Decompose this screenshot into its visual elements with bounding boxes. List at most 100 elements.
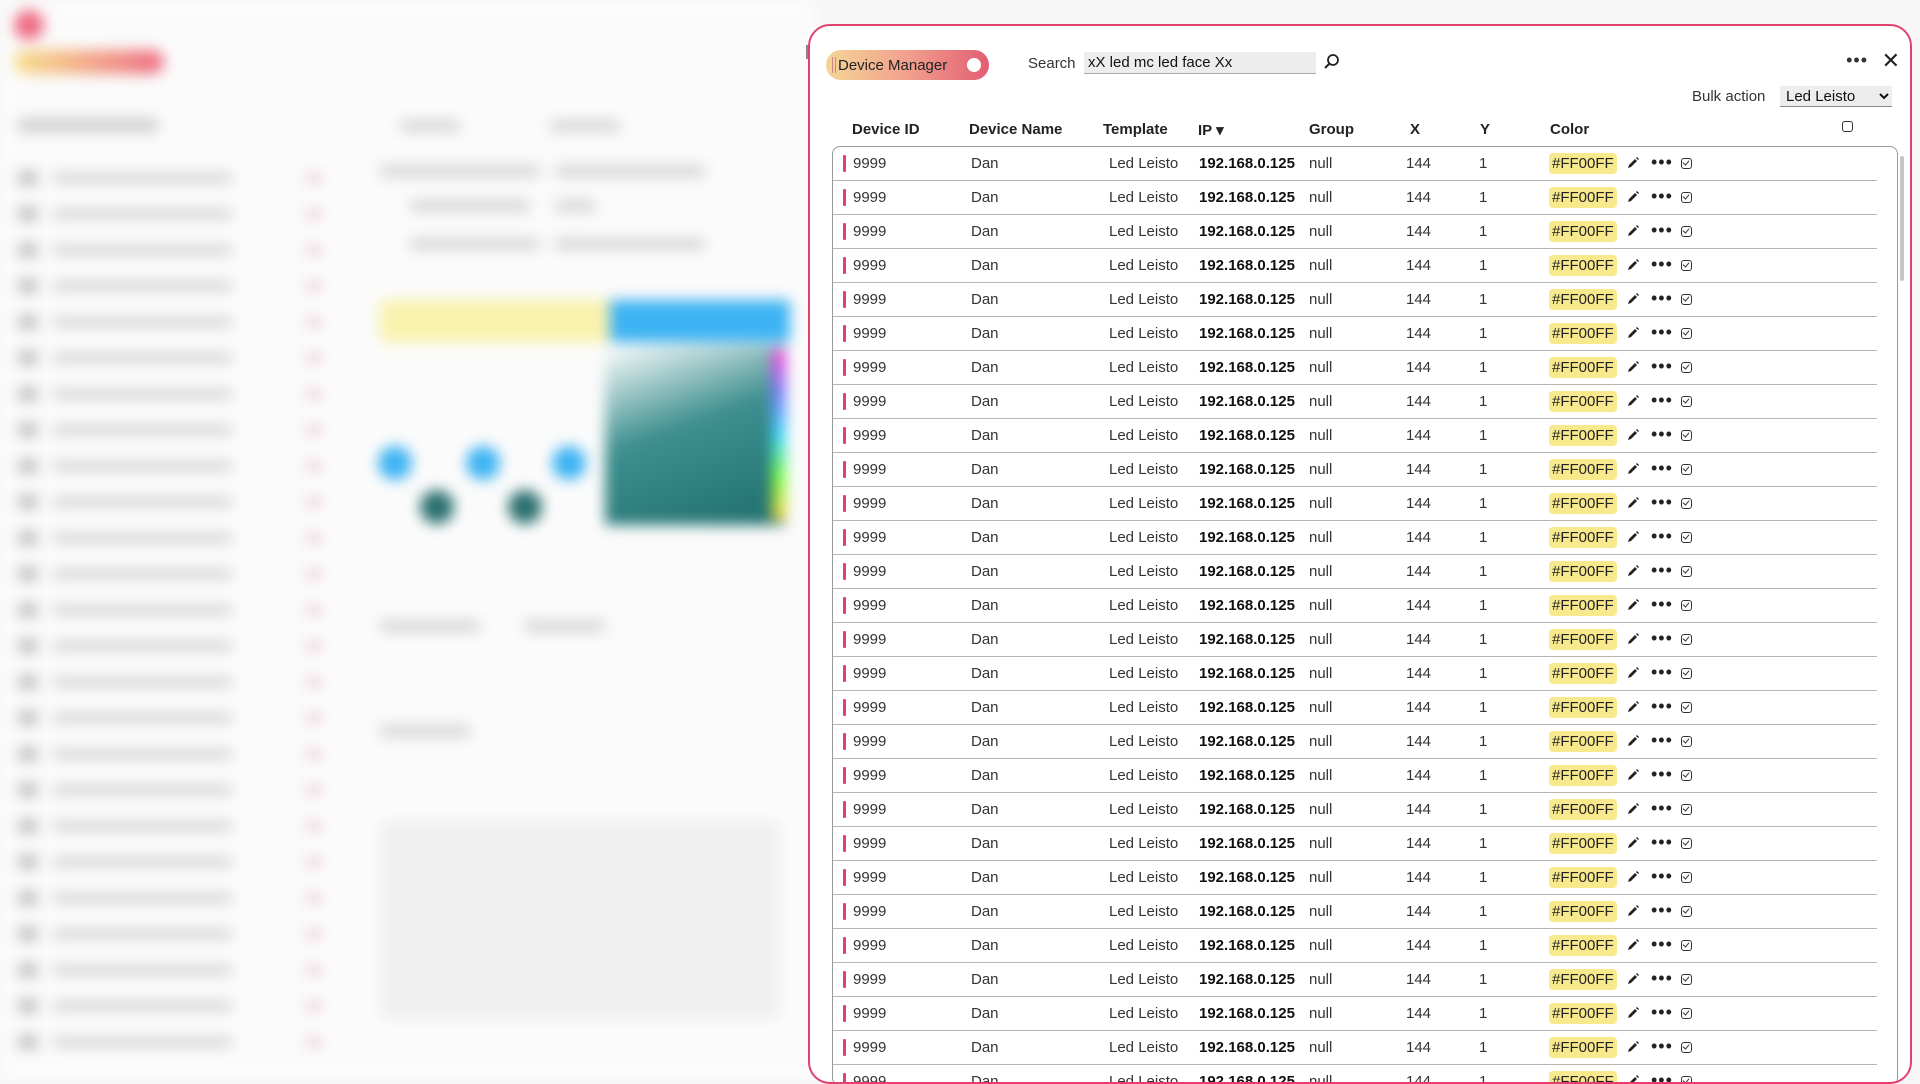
more-horizontal-icon[interactable]: ••• (1651, 832, 1673, 853)
table-row[interactable]: 9999 Dan Led Leisto 192.168.0.125 null 144 1 #F… (833, 691, 1877, 725)
window-titlebar[interactable]: Device Manager Search ••• ✕ (810, 26, 1910, 82)
table-row[interactable]: 9999 Dan Led Leisto 192.168.0.125 null 144 1 #F… (833, 147, 1877, 181)
color-chip[interactable]: #FF00FF (1549, 153, 1617, 174)
table-row[interactable]: 9999 Dan Led Leisto 192.168.0.125 null 144 1 #F… (833, 181, 1877, 215)
row-checkbox-icon[interactable] (1681, 668, 1692, 679)
edit-icon[interactable] (1626, 700, 1640, 714)
table-row[interactable]: 9999 Dan Led Leisto 192.168.0.125 null 144 1 #F… (833, 555, 1877, 589)
more-horizontal-icon[interactable]: ••• (1651, 186, 1673, 207)
table-row[interactable]: 9999 Dan Led Leisto 192.168.0.125 null 144 1 #F… (833, 997, 1877, 1031)
more-horizontal-icon[interactable]: ••• (1651, 764, 1673, 785)
device-manager-tab[interactable]: Device Manager (826, 50, 989, 80)
table-row[interactable]: 9999 Dan Led Leisto 192.168.0.125 null 144 1 #F… (833, 1065, 1877, 1084)
more-horizontal-icon[interactable]: ••• (1651, 968, 1673, 989)
row-checkbox-icon[interactable] (1681, 702, 1692, 713)
edit-icon[interactable] (1626, 768, 1640, 782)
edit-icon[interactable] (1626, 1074, 1640, 1084)
more-horizontal-icon[interactable]: ••• (1651, 900, 1673, 921)
edit-icon[interactable] (1626, 360, 1640, 374)
color-chip[interactable]: #FF00FF (1549, 289, 1617, 310)
table-row[interactable]: 9999 Dan Led Leisto 192.168.0.125 null 144 1 #F… (833, 895, 1877, 929)
more-horizontal-icon[interactable]: ••• (1651, 220, 1673, 241)
search-input[interactable] (1084, 52, 1316, 74)
edit-icon[interactable] (1626, 394, 1640, 408)
edit-icon[interactable] (1626, 258, 1640, 272)
edit-icon[interactable] (1626, 224, 1640, 238)
bulk-action-select[interactable]: Led Leisto (1780, 86, 1892, 107)
table-row[interactable]: 9999 Dan Led Leisto 192.168.0.125 null 144 1 #F… (833, 623, 1877, 657)
column-header-y[interactable]: Y (1480, 121, 1490, 138)
more-horizontal-icon[interactable]: ••• (1651, 798, 1673, 819)
more-horizontal-icon[interactable]: ••• (1846, 50, 1868, 71)
color-chip[interactable]: #FF00FF (1549, 663, 1617, 684)
row-checkbox-icon[interactable] (1681, 634, 1692, 645)
column-header-color[interactable]: Color (1550, 121, 1589, 138)
more-horizontal-icon[interactable]: ••• (1651, 390, 1673, 411)
more-horizontal-icon[interactable]: ••• (1651, 696, 1673, 717)
table-row[interactable]: 9999 Dan Led Leisto 192.168.0.125 null 144 1 #F… (833, 215, 1877, 249)
edit-icon[interactable] (1626, 870, 1640, 884)
row-checkbox-icon[interactable] (1681, 396, 1692, 407)
edit-icon[interactable] (1626, 292, 1640, 306)
table-row[interactable]: 9999 Dan Led Leisto 192.168.0.125 null 144 1 #F… (833, 351, 1877, 385)
edit-icon[interactable] (1626, 666, 1640, 680)
table-row[interactable]: 9999 Dan Led Leisto 192.168.0.125 null 144 1 #F… (833, 657, 1877, 691)
row-checkbox-icon[interactable] (1681, 1008, 1692, 1019)
column-header-group[interactable]: Group (1309, 121, 1354, 138)
edit-icon[interactable] (1626, 156, 1640, 170)
row-checkbox-icon[interactable] (1681, 872, 1692, 883)
more-horizontal-icon[interactable]: ••• (1651, 662, 1673, 683)
more-horizontal-icon[interactable]: ••• (1651, 254, 1673, 275)
table-row[interactable]: 9999 Dan Led Leisto 192.168.0.125 null 144 1 #F… (833, 487, 1877, 521)
search-icon[interactable] (1322, 52, 1342, 72)
table-row[interactable]: 9999 Dan Led Leisto 192.168.0.125 null 144 1 #F… (833, 283, 1877, 317)
color-chip[interactable]: #FF00FF (1549, 731, 1617, 752)
color-chip[interactable]: #FF00FF (1549, 527, 1617, 548)
color-chip[interactable]: #FF00FF (1549, 459, 1617, 480)
drag-handle-icon[interactable] (832, 57, 836, 73)
row-checkbox-icon[interactable] (1681, 464, 1692, 475)
color-chip[interactable]: #FF00FF (1549, 561, 1617, 582)
row-checkbox-icon[interactable] (1681, 566, 1692, 577)
color-chip[interactable]: #FF00FF (1549, 1071, 1617, 1082)
color-chip[interactable]: #FF00FF (1549, 493, 1617, 514)
table-row[interactable]: 9999 Dan Led Leisto 192.168.0.125 null 144 1 #F… (833, 453, 1877, 487)
more-horizontal-icon[interactable]: ••• (1651, 1036, 1673, 1057)
color-chip[interactable]: #FF00FF (1549, 935, 1617, 956)
table-row[interactable]: 9999 Dan Led Leisto 192.168.0.125 null 144 1 #F… (833, 963, 1877, 997)
edit-icon[interactable] (1626, 564, 1640, 578)
edit-icon[interactable] (1626, 326, 1640, 340)
edit-icon[interactable] (1626, 836, 1640, 850)
scrollbar[interactable] (1900, 156, 1904, 281)
edit-icon[interactable] (1626, 462, 1640, 476)
row-checkbox-icon[interactable] (1681, 1076, 1692, 1082)
more-horizontal-icon[interactable]: ••• (1651, 458, 1673, 479)
table-row[interactable]: 9999 Dan Led Leisto 192.168.0.125 null 144 1 #F… (833, 725, 1877, 759)
color-chip[interactable]: #FF00FF (1549, 391, 1617, 412)
color-chip[interactable]: #FF00FF (1549, 901, 1617, 922)
table-row[interactable]: 9999 Dan Led Leisto 192.168.0.125 null 144 1 #F… (833, 521, 1877, 555)
more-horizontal-icon[interactable]: ••• (1651, 594, 1673, 615)
table-row[interactable]: 9999 Dan Led Leisto 192.168.0.125 null 144 1 #F… (833, 589, 1877, 623)
toggle-knob[interactable] (967, 58, 981, 72)
row-checkbox-icon[interactable] (1681, 532, 1692, 543)
color-chip[interactable]: #FF00FF (1549, 765, 1617, 786)
more-horizontal-icon[interactable]: ••• (1651, 1070, 1673, 1082)
row-checkbox-icon[interactable] (1681, 498, 1692, 509)
row-checkbox-icon[interactable] (1681, 600, 1692, 611)
more-horizontal-icon[interactable]: ••• (1651, 288, 1673, 309)
color-chip[interactable]: #FF00FF (1549, 425, 1617, 446)
more-horizontal-icon[interactable]: ••• (1651, 934, 1673, 955)
column-header-x[interactable]: X (1410, 121, 1420, 138)
edit-icon[interactable] (1626, 972, 1640, 986)
color-chip[interactable]: #FF00FF (1549, 255, 1617, 276)
row-checkbox-icon[interactable] (1681, 974, 1692, 985)
more-horizontal-icon[interactable]: ••• (1651, 1002, 1673, 1023)
close-icon[interactable]: ✕ (1882, 48, 1900, 74)
row-checkbox-icon[interactable] (1681, 328, 1692, 339)
edit-icon[interactable] (1626, 734, 1640, 748)
row-checkbox-icon[interactable] (1681, 260, 1692, 271)
more-horizontal-icon[interactable]: ••• (1651, 628, 1673, 649)
row-checkbox-icon[interactable] (1681, 804, 1692, 815)
edit-icon[interactable] (1626, 428, 1640, 442)
